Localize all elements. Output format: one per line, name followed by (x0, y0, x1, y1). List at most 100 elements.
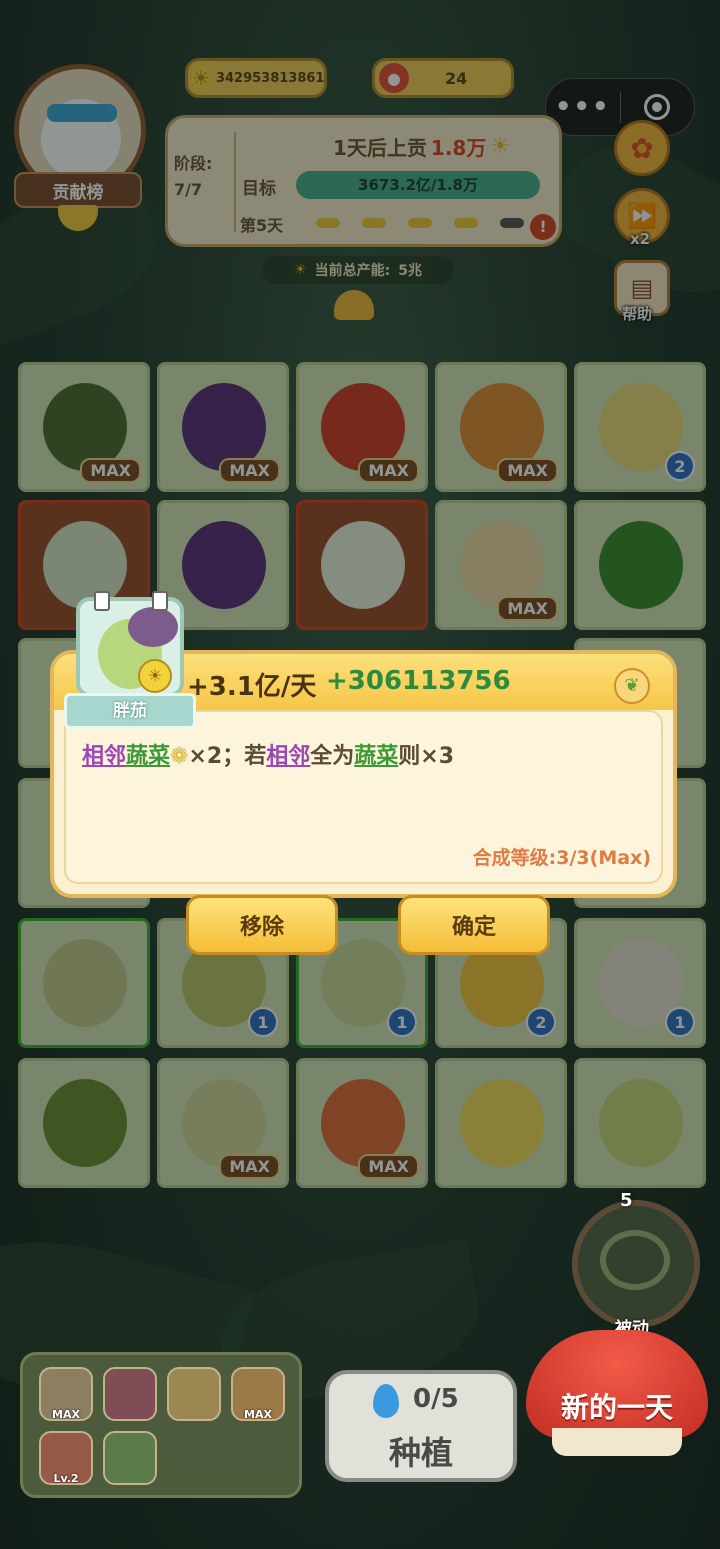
merge-level: 合成等级:3/3(Max) (473, 843, 651, 870)
stage-divider (234, 132, 236, 232)
tray-item[interactable]: MAX (231, 1367, 285, 1421)
plant-button[interactable]: 0/5 种植 (325, 1370, 517, 1482)
help-book-icon: ▤ (630, 274, 654, 302)
day-pip (362, 218, 386, 228)
stage-panel: 阶段: 7/7 1天后上贡 1.8万 ☀ 目标 3673.2亿/1.8万 第5天… (165, 115, 562, 247)
flower-icon: ✿ (630, 131, 654, 165)
remove-button[interactable]: 移除 (186, 895, 338, 955)
item-tray: MAX MAX Lv.2 (20, 1352, 302, 1498)
day-pip (454, 218, 478, 228)
sun-coin-icon: ☀ (490, 134, 511, 159)
more-menu-icon[interactable]: ••• (546, 92, 620, 122)
tray-item-label: MAX (52, 1408, 80, 1421)
total-production: ☀ 当前总产能: 5兆 (262, 256, 454, 284)
garden-tile[interactable]: 1 (574, 918, 706, 1048)
target-progress-text: 3673.2亿/1.8万 (358, 176, 478, 194)
garden-tile[interactable] (18, 918, 150, 1048)
garden-tile[interactable] (574, 500, 706, 630)
count-badge: 1 (387, 1007, 417, 1037)
settings-flower-button[interactable]: ✿ (614, 120, 670, 176)
garden-tile[interactable]: MAX (435, 500, 567, 630)
card-name: 胖茄 (64, 693, 196, 729)
max-level-badge: MAX (219, 1154, 280, 1179)
leek-icon (43, 521, 127, 609)
sun-badge-icon: ☀ (138, 659, 172, 693)
garden-tile[interactable]: MAX (157, 1058, 289, 1188)
water-count: 0/5 (413, 1384, 459, 1414)
total-value: 5兆 (398, 263, 422, 279)
speed-label: x2 (630, 230, 651, 248)
garden-tile[interactable]: MAX (18, 362, 150, 492)
tray-item[interactable]: Lv.2 (39, 1431, 93, 1485)
tray-item[interactable] (103, 1367, 157, 1421)
plant-label: 种植 (388, 1434, 453, 1472)
tribute-prefix: 1天后上贡 (333, 136, 427, 160)
contribution-rank-button[interactable]: 贡献榜 (14, 172, 142, 208)
keyword-adjacent[interactable]: 相邻 (266, 744, 310, 769)
help-label: 帮助 (622, 305, 653, 323)
garden-tile[interactable] (296, 500, 428, 630)
vegetable-icon: ❁ (170, 744, 189, 769)
day-pip (500, 218, 524, 228)
card-rate: +3.1亿/天 (187, 672, 317, 702)
count-badge: 1 (248, 1007, 278, 1037)
lemon-icon (460, 1079, 544, 1167)
mushroom-icon: ● (379, 63, 409, 93)
leek-icon (321, 521, 405, 609)
card-clip-icon (94, 591, 110, 611)
garden-tile[interactable]: MAX (435, 362, 567, 492)
warning-icon[interactable]: ! (530, 214, 556, 240)
pear-icon (43, 1079, 127, 1167)
merge-level-value: 3/3(Max) (556, 847, 651, 869)
garden-tile[interactable] (435, 1058, 567, 1188)
tray-item[interactable] (167, 1367, 221, 1421)
confirm-button[interactable]: 确定 (398, 895, 550, 955)
mushroom-stem-icon (552, 1428, 682, 1456)
desc-text: 则×3 (398, 744, 455, 769)
tribute-info: 1天后上贡 1.8万 ☀ (333, 132, 510, 161)
card-clip-icon (152, 591, 168, 611)
stage-value: 7/7 (174, 180, 203, 199)
passive-slot[interactable] (572, 1200, 700, 1328)
garden-tile[interactable]: MAX (296, 362, 428, 492)
keyword-adjacent[interactable]: 相邻 (82, 744, 126, 769)
tray-item[interactable]: MAX (39, 1367, 93, 1421)
keyword-vegetable[interactable]: 蔬菜 (126, 744, 170, 769)
count-badge: 1 (665, 1007, 695, 1037)
keyword-vegetable[interactable]: 蔬菜 (354, 744, 398, 769)
coin-counter: ☀ 342953813861 (185, 58, 327, 98)
day-pip (316, 218, 340, 228)
tray-item-label: Lv.2 (53, 1472, 79, 1485)
close-program-icon[interactable] (621, 94, 695, 120)
lettuce-icon (599, 1079, 683, 1167)
garden-tile[interactable]: MAX (296, 1058, 428, 1188)
desc-text: ×2；若 (188, 744, 267, 769)
day-progress (316, 218, 524, 228)
garden-tile[interactable]: MAX (157, 362, 289, 492)
avatar-mask (47, 104, 117, 122)
sun-coin-icon: ☀ (192, 63, 210, 93)
mushroom-counter: ● 24 (372, 58, 514, 98)
target-label: 目标 (242, 179, 276, 199)
garden-tile[interactable] (18, 1058, 150, 1188)
garden-tile[interactable] (574, 1058, 706, 1188)
card-description: 相邻蔬菜❁×2；若相邻全为蔬菜则×3 (82, 738, 454, 770)
card-bonus: +306113756 (326, 666, 511, 696)
coconut-icon (43, 939, 127, 1027)
count-badge: 2 (665, 451, 695, 481)
mushroom-pointer-icon (334, 290, 374, 320)
max-level-badge: MAX (219, 458, 280, 483)
miniprogram-capsule: ••• (545, 78, 695, 136)
new-day-button[interactable]: 新的一天 (526, 1330, 708, 1458)
tribute-amount: 1.8万 (430, 136, 487, 160)
garden-tile[interactable]: 2 (574, 362, 706, 492)
target-progress-bar: 3673.2亿/1.8万 (296, 171, 540, 199)
max-level-badge: MAX (80, 458, 141, 483)
sun-coin-icon: ☀ (294, 262, 307, 278)
merge-level-label: 合成等级: (472, 847, 557, 869)
total-prefix: 当前总产能: (314, 263, 391, 279)
tray-item-label: MAX (244, 1408, 272, 1421)
mushroom-value: 24 (445, 68, 468, 88)
passive-spiral-icon (600, 1230, 670, 1290)
tray-item[interactable] (103, 1431, 157, 1485)
